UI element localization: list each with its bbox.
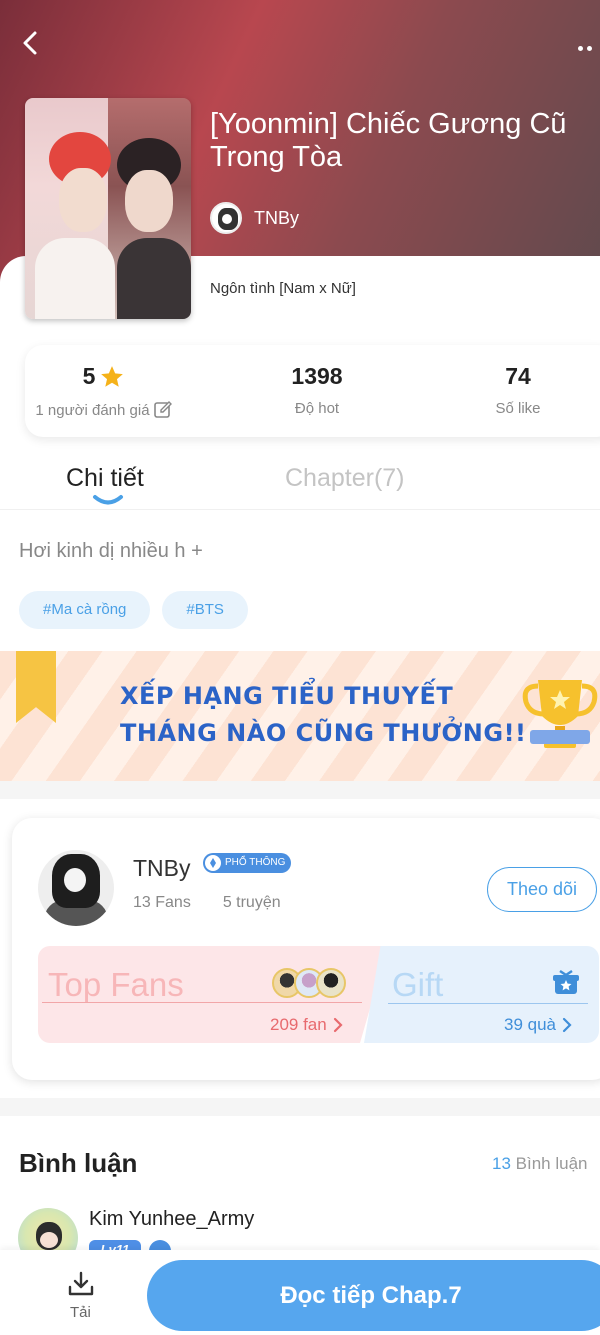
fans-count-label: 209 fan [270, 1015, 327, 1034]
author-stories: 5 truyện [222, 894, 281, 911]
gift-count-label: 39 quà [504, 1015, 556, 1034]
rating-label: 1 người đánh giá [35, 401, 150, 419]
tab-details[interactable]: Chi tiết [66, 464, 144, 493]
tag-list: #Ma cà rồng #BTS [19, 591, 260, 629]
tab-divider [0, 509, 600, 510]
star-icon [101, 365, 124, 387]
edit-icon[interactable] [153, 400, 173, 420]
like-stat: 74 Số like [439, 345, 597, 417]
fans-count[interactable]: 209 fan [270, 1015, 345, 1035]
tab-indicator [93, 495, 123, 505]
back-arrow-icon[interactable] [16, 28, 46, 58]
continue-reading-button[interactable]: Đọc tiếp Chap.7 [147, 1260, 600, 1331]
download-label[interactable]: Tải [70, 1304, 91, 1321]
story-cover [25, 98, 191, 319]
trophy-icon [522, 680, 598, 748]
gift-icon [553, 969, 579, 994]
rank-icon [205, 855, 221, 871]
fan-avatars [272, 968, 346, 998]
hot-stat: 1398 Độ hot [238, 345, 396, 417]
fan-avatar [316, 968, 346, 998]
story-description: Hơi kinh dị nhiều h + [19, 540, 203, 562]
author-card-avatar[interactable] [38, 850, 114, 926]
banner-line1: XẾP HẠNG TIỂU THUYẾT [120, 682, 454, 710]
hot-label: Độ hot [294, 400, 340, 417]
more-icon[interactable] [578, 38, 600, 54]
like-label: Số like [495, 400, 541, 417]
banner-line2: THÁNG NÀO CŨNG THƯỞNG!! [120, 719, 527, 747]
author-card-name[interactable]: TNBy [133, 855, 191, 882]
comments-count[interactable]: 13 Bình luận [492, 1154, 587, 1174]
rating-stat[interactable]: 5 1 người đánh giá [25, 345, 183, 420]
ranking-banner[interactable] [0, 651, 600, 781]
chevron-right-icon [562, 1017, 572, 1033]
stats-card: 5 1 người đánh giá 1398 Độ hot 74 Số lik… [25, 345, 600, 437]
comments-count-number: 13 [492, 1154, 511, 1173]
top-fans-title: Top Fans [48, 966, 184, 1003]
author-link[interactable]: TNBy [210, 202, 299, 234]
ribbon-icon [16, 651, 56, 723]
author-rank-badge: PHỔ THÔNG [203, 853, 292, 873]
author-stats: 13 Fans 5 truyện [133, 894, 313, 912]
author-avatar [210, 202, 242, 234]
fans-divider [42, 1002, 362, 1003]
gift-count[interactable]: 39 quà [504, 1015, 574, 1035]
section-separator [0, 781, 600, 799]
tag-item[interactable]: #Ma cà rồng [19, 591, 151, 629]
follow-button[interactable]: Theo dõi [487, 867, 597, 912]
badge-label: PHỔ THÔNG [225, 857, 286, 868]
section-separator [0, 1098, 600, 1116]
tag-item[interactable]: #BTS [162, 591, 248, 629]
author-fans: 13 Fans [133, 894, 191, 911]
hot-value: 1398 [291, 363, 343, 389]
story-title: [Yoonmin] Chiếc Gương Cũ Trong Tòa [210, 108, 567, 173]
tab-chapters[interactable]: Chapter(7) [285, 464, 405, 493]
gift-divider [388, 1003, 588, 1004]
like-value: 74 [505, 363, 531, 389]
download-icon[interactable] [66, 1270, 96, 1298]
rating-value: 5 [82, 363, 96, 389]
comments-count-label: Bình luận [510, 1154, 588, 1173]
author-name: TNBy [254, 207, 299, 228]
commenter-name[interactable]: Kim Yunhee_Army [89, 1208, 254, 1231]
gift-title: Gift [392, 966, 444, 1003]
comments-title: Bình luận [19, 1148, 138, 1178]
chevron-right-icon [333, 1017, 343, 1033]
story-genre: Ngôn tình [Nam x Nữ] [210, 280, 356, 297]
